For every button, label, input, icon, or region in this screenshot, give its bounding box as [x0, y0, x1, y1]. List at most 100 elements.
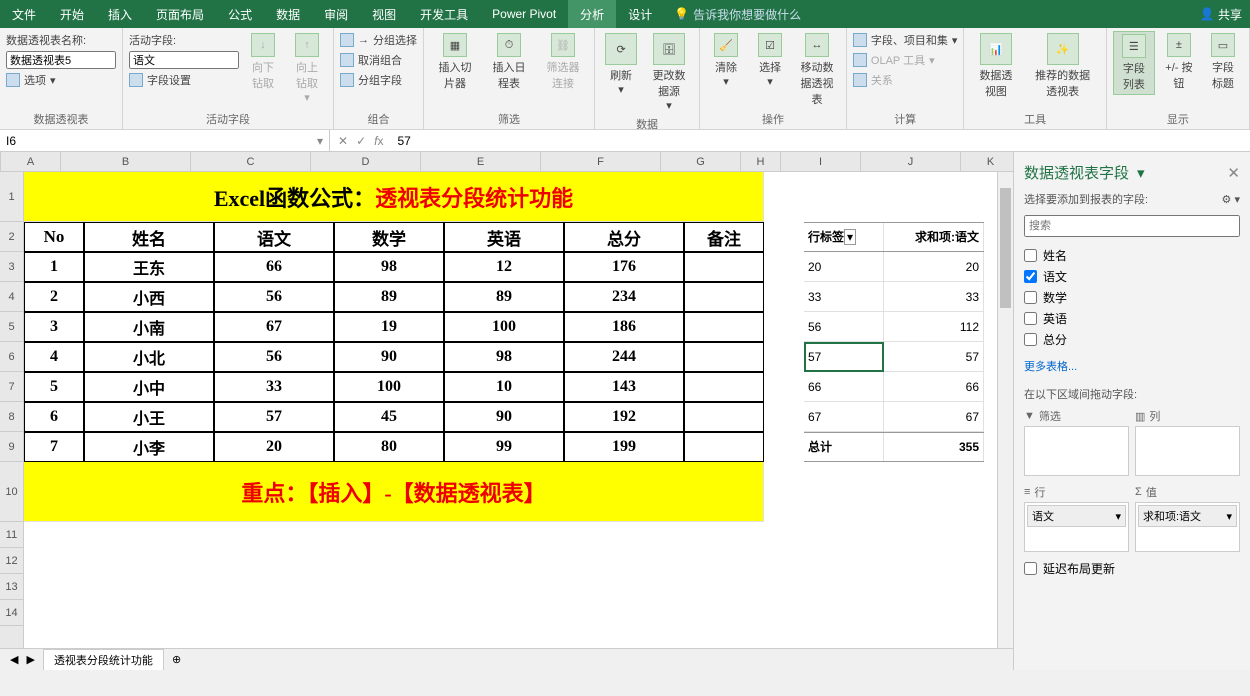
pivot-row-4[interactable]: 66 [804, 372, 884, 402]
table-header-3[interactable]: 数学 [334, 222, 444, 252]
table-cell-4-1[interactable]: 小中 [84, 372, 214, 402]
more-tables-link[interactable]: 更多表格... [1024, 354, 1240, 378]
table-cell-0-0[interactable]: 1 [24, 252, 84, 282]
group-field-button[interactable]: 分组字段 [340, 71, 417, 89]
table-cell-2-3[interactable]: 19 [334, 312, 444, 342]
table-header-0[interactable]: No [24, 222, 84, 252]
table-header-1[interactable]: 姓名 [84, 222, 214, 252]
table-cell-5-5[interactable]: 192 [564, 402, 684, 432]
table-cell-6-1[interactable]: 小李 [84, 432, 214, 462]
tab-layout[interactable]: 页面布局 [144, 0, 216, 28]
pane-menu-icon[interactable]: ▾ [1137, 164, 1145, 182]
table-cell-3-2[interactable]: 56 [214, 342, 334, 372]
table-cell-5-1[interactable]: 小王 [84, 402, 214, 432]
cells-area[interactable]: Excel函数公式：透视表分段统计功能No姓名语文数学英语总分备注1王东6698… [24, 172, 997, 648]
pivot-total-label[interactable]: 总计 [804, 432, 884, 462]
col-header-D[interactable]: D [311, 152, 421, 171]
table-header-5[interactable]: 总分 [564, 222, 684, 252]
table-cell-2-2[interactable]: 67 [214, 312, 334, 342]
pivot-name-input[interactable] [6, 51, 116, 69]
table-cell-0-5[interactable]: 176 [564, 252, 684, 282]
table-cell-4-0[interactable]: 5 [24, 372, 84, 402]
cols-area[interactable] [1135, 426, 1240, 476]
timeline-button[interactable]: ⏱插入日程表 [484, 31, 534, 93]
cancel-icon[interactable]: ✕ [338, 134, 348, 148]
table-cell-6-2[interactable]: 20 [214, 432, 334, 462]
recommend-button[interactable]: ✨推荐的数据透视表 [1025, 31, 1099, 101]
row-header-4[interactable]: 4 [0, 282, 23, 312]
pivot-row-label[interactable]: 行标签 ▾ [804, 222, 884, 252]
row-header-2[interactable]: 2 [0, 222, 23, 252]
pivot-val-4[interactable]: 66 [884, 372, 984, 402]
pivot-val-3[interactable]: 57 [884, 342, 984, 372]
fx-icon[interactable]: fx [374, 134, 383, 148]
table-cell-5-2[interactable]: 57 [214, 402, 334, 432]
defer-checkbox[interactable] [1024, 562, 1037, 575]
table-cell-2-0[interactable]: 3 [24, 312, 84, 342]
active-field-input[interactable] [129, 51, 239, 69]
field-item-4[interactable]: 总分 [1024, 329, 1240, 350]
field-checkbox-4[interactable] [1024, 333, 1037, 346]
confirm-icon[interactable]: ✓ [356, 134, 366, 148]
row-header-9[interactable]: 9 [0, 432, 23, 462]
tab-file[interactable]: 文件 [0, 0, 48, 28]
table-header-6[interactable]: 备注 [684, 222, 764, 252]
table-cell-3-5[interactable]: 244 [564, 342, 684, 372]
row-header-6[interactable]: 6 [0, 342, 23, 372]
change-source-button[interactable]: 🗄更改数据源 ▾ [645, 31, 693, 114]
pivot-row-2[interactable]: 56 [804, 312, 884, 342]
table-cell-0-6[interactable] [684, 252, 764, 282]
table-cell-0-2[interactable]: 66 [214, 252, 334, 282]
table-cell-6-0[interactable]: 7 [24, 432, 84, 462]
field-checkbox-2[interactable] [1024, 291, 1037, 304]
table-cell-2-6[interactable] [684, 312, 764, 342]
table-cell-4-6[interactable] [684, 372, 764, 402]
table-cell-0-3[interactable]: 98 [334, 252, 444, 282]
pivot-val-2[interactable]: 112 [884, 312, 984, 342]
table-cell-6-6[interactable] [684, 432, 764, 462]
rows-area[interactable]: 语文▾ [1024, 502, 1129, 552]
table-cell-1-0[interactable]: 2 [24, 282, 84, 312]
row-header-13[interactable]: 13 [0, 574, 23, 600]
formula-input[interactable] [397, 134, 1244, 148]
field-checkbox-3[interactable] [1024, 312, 1037, 325]
table-header-2[interactable]: 语文 [214, 222, 334, 252]
table-cell-1-6[interactable] [684, 282, 764, 312]
add-sheet-icon[interactable]: ⊕ [172, 653, 181, 666]
value-tag[interactable]: 求和项:语文▾ [1138, 505, 1237, 527]
pivot-row-3[interactable]: 57 [804, 342, 884, 372]
table-cell-3-0[interactable]: 4 [24, 342, 84, 372]
col-header-F[interactable]: F [541, 152, 661, 171]
col-header-C[interactable]: C [191, 152, 311, 171]
tab-design[interactable]: 设计 [616, 0, 664, 28]
move-button[interactable]: ↔移动数据透视表 [794, 31, 840, 109]
row-header-10[interactable]: 10 [0, 462, 23, 522]
row-header-11[interactable]: 11 [0, 522, 23, 548]
pivot-total-val[interactable]: 355 [884, 432, 984, 462]
pivot-row-5[interactable]: 67 [804, 402, 884, 432]
scroll-thumb[interactable] [1000, 188, 1011, 308]
col-header-B[interactable]: B [61, 152, 191, 171]
tab-data[interactable]: 数据 [264, 0, 312, 28]
col-header-E[interactable]: E [421, 152, 541, 171]
footer-cell[interactable]: 重点：【插入】-【数据透视表】 [24, 462, 764, 522]
table-cell-3-3[interactable]: 90 [334, 342, 444, 372]
field-item-3[interactable]: 英语 [1024, 308, 1240, 329]
row-header-14[interactable]: 14 [0, 600, 23, 626]
field-header-button[interactable]: ▭字段标题 [1203, 31, 1243, 93]
table-cell-0-1[interactable]: 王东 [84, 252, 214, 282]
field-settings-button[interactable]: 字段设置 [129, 71, 239, 89]
row-tag[interactable]: 语文▾ [1027, 505, 1126, 527]
table-cell-3-4[interactable]: 98 [444, 342, 564, 372]
tab-analyze[interactable]: 分析 [568, 0, 616, 28]
field-list-button[interactable]: ☰字段列表 [1113, 31, 1155, 95]
group-select-button[interactable]: → 分组选择 [340, 31, 417, 49]
table-cell-1-4[interactable]: 89 [444, 282, 564, 312]
sheet-tab[interactable]: 透视表分段统计功能 [43, 649, 164, 671]
clear-button[interactable]: 🧹清除 ▾ [706, 31, 746, 90]
table-cell-1-5[interactable]: 234 [564, 282, 684, 312]
tab-dev[interactable]: 开发工具 [408, 0, 480, 28]
col-header-H[interactable]: H [741, 152, 781, 171]
field-search-input[interactable] [1024, 215, 1240, 237]
tab-formula[interactable]: 公式 [216, 0, 264, 28]
